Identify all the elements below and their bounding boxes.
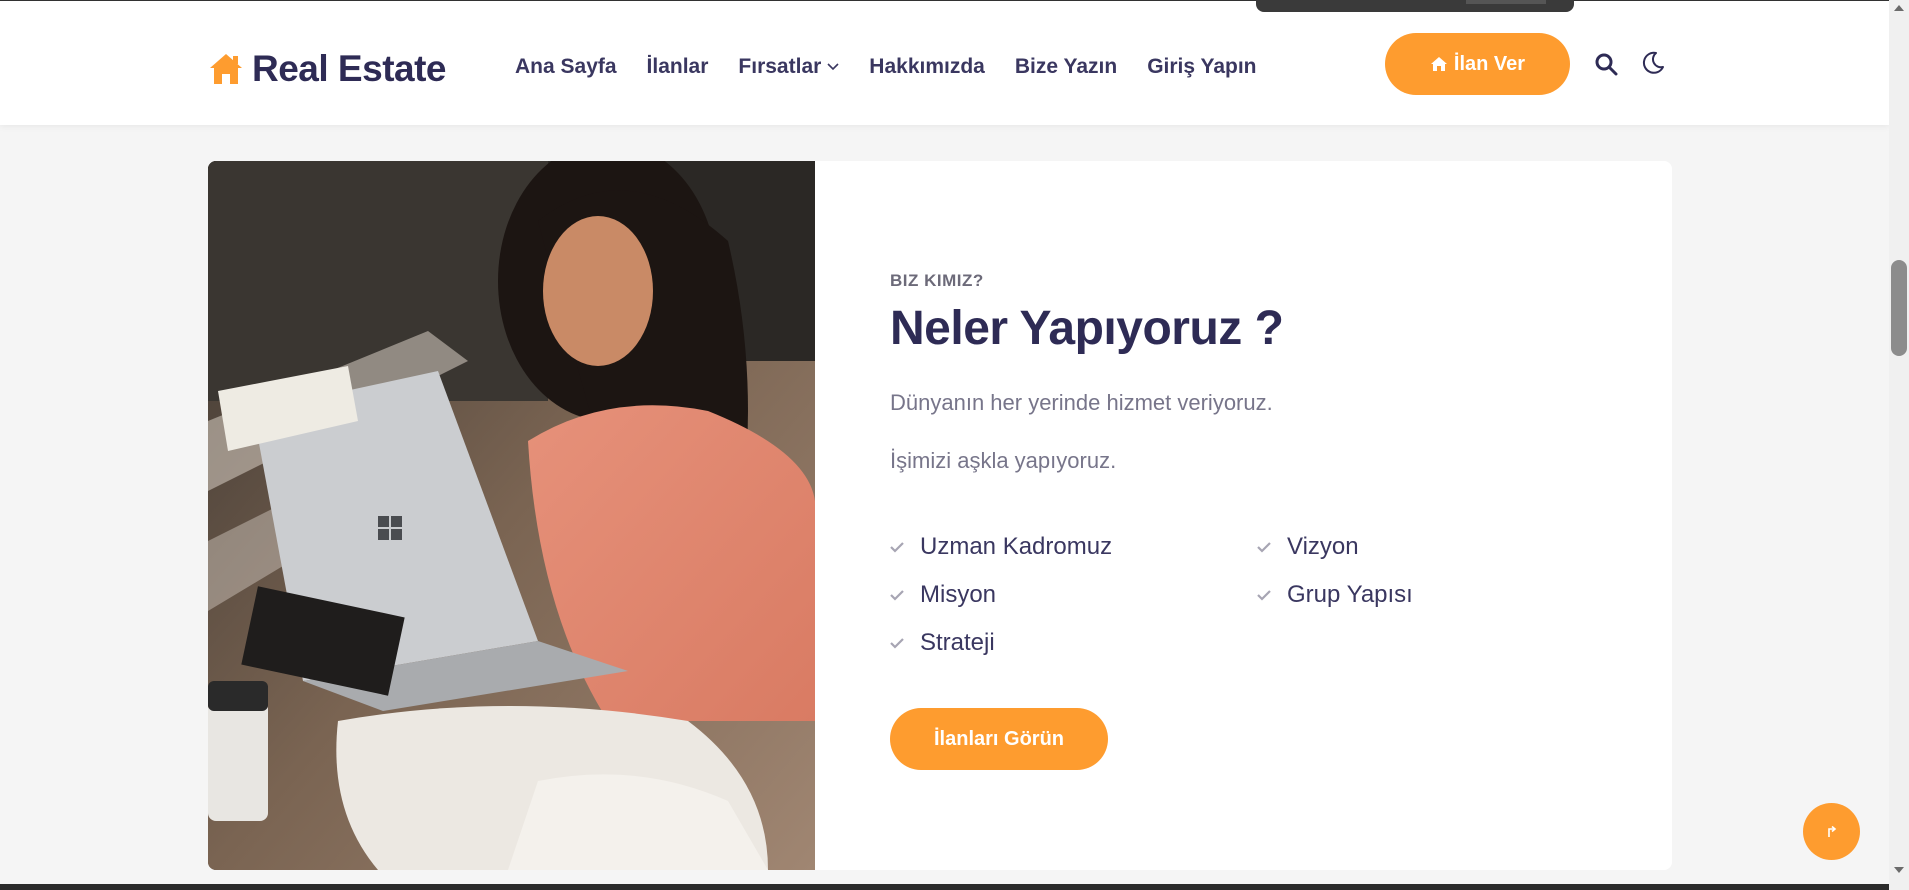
brand-name: Real Estate — [252, 48, 447, 89]
nav-item-ilanlar[interactable]: İlanlar — [647, 55, 709, 79]
nav-item-ana-sayfa[interactable]: Ana Sayfa — [515, 55, 617, 79]
search-icon[interactable] — [1594, 52, 1618, 76]
home-icon — [210, 54, 242, 84]
check-icon — [890, 590, 904, 601]
feature-item: Strateji — [890, 629, 1257, 657]
nav-item-firsatlar[interactable]: Fırsatlar — [738, 55, 839, 79]
back-to-top-button[interactable] — [1803, 803, 1860, 860]
section-title: Neler Yapıyoruz ? — [890, 302, 1284, 355]
post-listing-label: İlan Ver — [1453, 52, 1526, 75]
feature-label: Vizyon — [1287, 533, 1359, 560]
feature-item: Vizyon — [1257, 533, 1457, 561]
arrow-up-icon — [1827, 825, 1836, 837]
nav-item-firsatlar-label: Fırsatlar — [738, 55, 822, 78]
post-listing-button[interactable]: İlan Ver — [1385, 33, 1570, 95]
window-bottom-edge — [0, 884, 1889, 890]
scroll-up-arrow-icon[interactable] — [1893, 4, 1905, 12]
floating-window-bar — [1256, 0, 1574, 12]
check-icon — [890, 542, 904, 553]
about-photo — [208, 161, 815, 870]
about-paragraph: Dünyanın her yerinde hizmet veriyoruz. — [890, 390, 1273, 415]
site-logo[interactable]: Real Estate — [208, 47, 447, 91]
check-icon — [1257, 590, 1271, 601]
feature-list: Uzman Kadromuz Vizyon Misyon Grup Yapısı… — [890, 533, 1450, 657]
see-listings-button[interactable]: İlanları Görün — [890, 708, 1108, 770]
about-content: BIZ KIMIZ? Neler Yapıyoruz ? Dünyanın he… — [890, 271, 1284, 474]
nav-item-hakkimizda[interactable]: Hakkımızda — [869, 55, 985, 79]
feature-item: Uzman Kadromuz — [890, 533, 1257, 561]
feature-item: Misyon — [890, 581, 1257, 609]
scroll-down-arrow-icon[interactable] — [1893, 866, 1905, 874]
feature-label: Misyon — [920, 581, 997, 608]
nav-item-giris-yapin[interactable]: Giriş Yapın — [1147, 55, 1256, 79]
feature-item: Grup Yapısı — [1257, 581, 1457, 609]
chevron-down-icon — [827, 63, 839, 71]
site-header: Real Estate Ana Sayfa İlanlar Fırsatlar … — [0, 1, 1889, 125]
check-icon — [890, 638, 904, 649]
page-scrollbar[interactable] — [1889, 0, 1909, 890]
check-icon — [1257, 542, 1271, 553]
feature-label: Uzman Kadromuz — [920, 533, 1113, 560]
moon-icon[interactable] — [1640, 50, 1666, 76]
about-section: BIZ KIMIZ? Neler Yapıyoruz ? Dünyanın he… — [208, 161, 1672, 870]
home-icon — [1430, 57, 1447, 71]
about-paragraph: İşimizi aşkla yapıyoruz. — [890, 448, 1117, 473]
main-nav: Ana Sayfa İlanlar Fırsatlar Hakkımızda B… — [515, 55, 1287, 79]
nav-item-bize-yazin[interactable]: Bize Yazın — [1015, 55, 1117, 79]
section-eyebrow: BIZ KIMIZ? — [890, 271, 984, 290]
feature-label: Grup Yapısı — [1287, 581, 1413, 608]
feature-label: Strateji — [920, 629, 995, 656]
scrollbar-thumb[interactable] — [1891, 260, 1907, 356]
